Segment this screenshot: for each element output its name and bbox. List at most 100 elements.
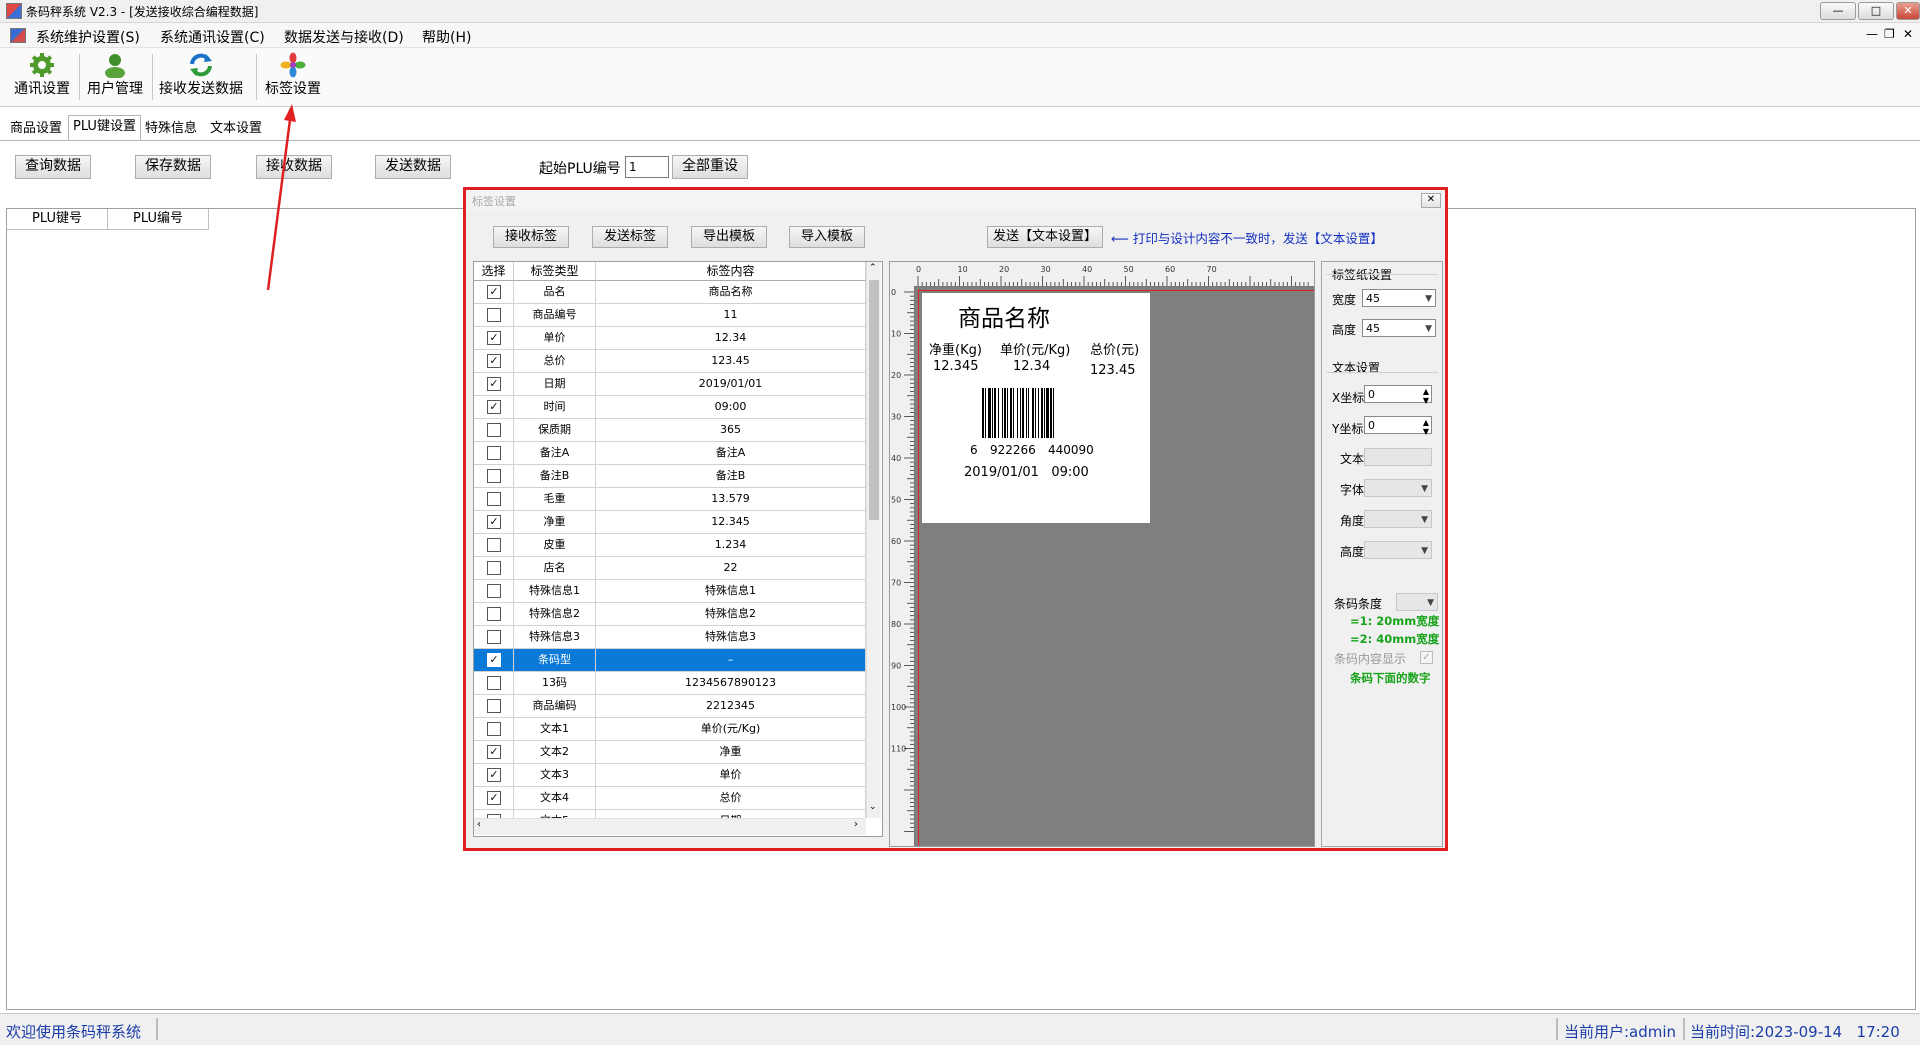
send-label-button[interactable]: 发送标签	[592, 226, 668, 248]
send-data-button[interactable]: 发送数据	[375, 155, 451, 179]
content-cell[interactable]: 12.345	[596, 511, 866, 534]
dialog-close-button[interactable]: ✕	[1421, 193, 1441, 208]
content-cell[interactable]: 22	[596, 557, 866, 580]
content-cell[interactable]: 13.579	[596, 488, 866, 511]
type-cell[interactable]: 品名	[514, 281, 596, 304]
preview-net-weight[interactable]: 12.345	[933, 359, 979, 374]
row-checkbox[interactable]: ✓	[487, 377, 501, 391]
maximize-button[interactable]: □	[1858, 2, 1894, 20]
scroll-left-icon[interactable]: ‹	[477, 819, 481, 830]
content-cell[interactable]: 商品名称	[596, 281, 866, 304]
preview-total-label[interactable]: 总价(元)	[1090, 339, 1139, 358]
type-cell[interactable]: 总价	[514, 350, 596, 373]
x-coord-spinner[interactable]: 0 ▲ ▼	[1364, 385, 1432, 405]
row-checkbox[interactable]	[487, 699, 501, 713]
row-checkbox[interactable]	[487, 469, 501, 483]
table-row[interactable]: 店名 22	[474, 557, 866, 580]
preview-unit-price[interactable]: 12.34	[1013, 359, 1050, 374]
scroll-up-icon[interactable]: ⌃	[869, 263, 877, 273]
table-row[interactable]: 13码 1234567890123	[474, 672, 866, 695]
type-cell[interactable]: 文本1	[514, 718, 596, 741]
content-cell[interactable]: 特殊信息2	[596, 603, 866, 626]
table-row[interactable]: 特殊信息3 特殊信息3	[474, 626, 866, 649]
content-cell[interactable]: 11	[596, 304, 866, 327]
receive-label-button[interactable]: 接收标签	[493, 226, 569, 248]
mdi-restore-button[interactable]: ❐	[1884, 27, 1895, 41]
content-cell[interactable]: 365	[596, 419, 866, 442]
row-checkbox[interactable]: ✓	[487, 515, 501, 529]
grid-horizontal-scrollbar[interactable]: ‹ ›	[474, 818, 866, 835]
send-text-settings-button[interactable]: 发送【文本设置】	[987, 226, 1103, 248]
grid-header-type[interactable]: 标签类型	[514, 262, 596, 281]
menu-help[interactable]: 帮助(H)	[422, 27, 471, 47]
row-checkbox[interactable]	[487, 561, 501, 575]
table-row[interactable]: 皮重 1.234	[474, 534, 866, 557]
mdi-minimize-button[interactable]: —	[1866, 27, 1878, 41]
show-barcode-content-checkbox[interactable]: ✓	[1420, 651, 1433, 664]
type-cell[interactable]: 商品编号	[514, 304, 596, 327]
type-cell[interactable]: 皮重	[514, 534, 596, 557]
type-cell[interactable]: 文本3	[514, 764, 596, 787]
table-row[interactable]: 备注A 备注A	[474, 442, 866, 465]
row-checkbox[interactable]: ✓	[487, 285, 501, 299]
row-checkbox[interactable]	[487, 630, 501, 644]
table-row[interactable]: 商品编码 2212345	[474, 695, 866, 718]
export-template-button[interactable]: 导出模板	[691, 226, 767, 248]
plu-key-header[interactable]: PLU键号	[7, 209, 108, 230]
preview-barcode[interactable]	[980, 388, 1080, 440]
table-row[interactable]: ✓ 品名 商品名称	[474, 281, 866, 304]
content-cell[interactable]: 备注A	[596, 442, 866, 465]
toolbar-label-settings[interactable]: 标签设置	[262, 50, 324, 104]
type-cell[interactable]: 保质期	[514, 419, 596, 442]
type-cell[interactable]: 文本2	[514, 741, 596, 764]
content-cell[interactable]: 特殊信息3	[596, 626, 866, 649]
tab-special-info[interactable]: 特殊信息	[141, 118, 201, 140]
type-cell[interactable]: 单价	[514, 327, 596, 350]
content-cell[interactable]: 09:00	[596, 396, 866, 419]
row-checkbox[interactable]	[487, 538, 501, 552]
grid-header-content[interactable]: 标签内容	[596, 262, 866, 281]
type-cell[interactable]: 特殊信息3	[514, 626, 596, 649]
label-designer-canvas[interactable]: 0 10 20 30 40 50 60 70 0 10 20 30 40 50 60 70 80 90 100 11…	[889, 261, 1315, 847]
tab-plu-key-settings[interactable]: PLU键设置	[68, 115, 141, 141]
row-checkbox[interactable]: ✓	[487, 791, 501, 805]
y-coord-spinner[interactable]: 0 ▲ ▼	[1364, 416, 1432, 436]
save-data-button[interactable]: 保存数据	[135, 155, 211, 179]
type-cell[interactable]: 特殊信息1	[514, 580, 596, 603]
row-checkbox[interactable]: ✓	[487, 354, 501, 368]
type-cell[interactable]: 日期	[514, 373, 596, 396]
row-checkbox[interactable]	[487, 446, 501, 460]
menu-communication[interactable]: 系统通讯设置(C)	[160, 27, 265, 47]
spin-down-icon[interactable]: ▼	[1423, 423, 1429, 441]
type-cell[interactable]: 时间	[514, 396, 596, 419]
table-row[interactable]: 商品编号 11	[474, 304, 866, 327]
menu-data-transfer[interactable]: 数据发送与接收(D)	[284, 27, 404, 47]
type-cell[interactable]: 商品编码	[514, 695, 596, 718]
start-plu-input[interactable]: 1	[625, 156, 669, 178]
toolbar-user-management[interactable]: 用户管理	[84, 50, 146, 104]
content-cell[interactable]: 特殊信息1	[596, 580, 866, 603]
text-height-select[interactable]: ▼	[1364, 541, 1432, 559]
width-select[interactable]: 45 ▼	[1362, 289, 1436, 307]
table-row[interactable]: ✓ 时间 09:00	[474, 396, 866, 419]
row-checkbox[interactable]: ✓	[487, 400, 501, 414]
grid-vertical-scrollbar[interactable]: ⌃ ⌄	[866, 262, 881, 818]
type-cell[interactable]: 毛重	[514, 488, 596, 511]
table-row[interactable]: ✓ 文本4 总价	[474, 787, 866, 810]
row-checkbox[interactable]: ✓	[487, 768, 501, 782]
content-cell[interactable]: –	[596, 649, 866, 672]
row-checkbox[interactable]	[487, 607, 501, 621]
preview-unit-price-label[interactable]: 单价(元/Kg)	[1000, 339, 1070, 358]
row-checkbox[interactable]: ✓	[487, 331, 501, 345]
row-checkbox[interactable]: ✓	[487, 653, 501, 667]
content-cell[interactable]: 总价	[596, 787, 866, 810]
type-cell[interactable]: 文本4	[514, 787, 596, 810]
content-cell[interactable]: 单价	[596, 764, 866, 787]
spin-down-icon[interactable]: ▼	[1423, 392, 1429, 410]
plu-number-header[interactable]: PLU编号	[108, 209, 209, 230]
content-cell[interactable]: 123.45	[596, 350, 866, 373]
toolbar-send-receive[interactable]: 接收发送数据	[156, 50, 246, 104]
menu-system-maintenance[interactable]: 系统维护设置(S)	[36, 27, 140, 47]
row-checkbox[interactable]	[487, 722, 501, 736]
height-select[interactable]: 45 ▼	[1362, 319, 1436, 337]
